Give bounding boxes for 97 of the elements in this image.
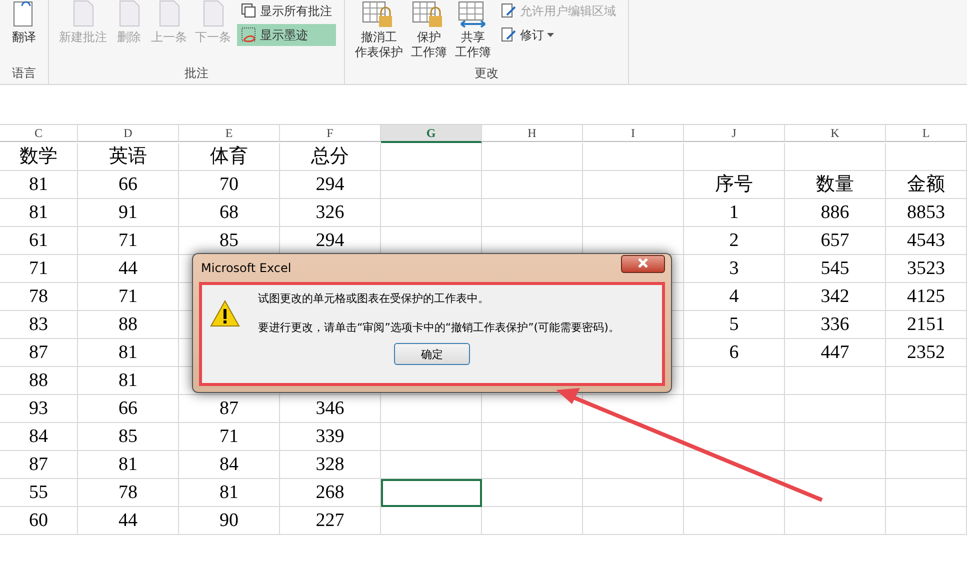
table-cell: 6 xyxy=(684,339,785,367)
ribbon-button[interactable]: 共享 工作簿 xyxy=(453,0,493,64)
ribbon-button[interactable]: 撤消工 作表保护 xyxy=(353,0,405,64)
table-cell: 83 xyxy=(0,311,78,339)
table-cell: 1 xyxy=(684,199,785,227)
table-cell: 81 xyxy=(0,171,78,199)
table-cell: 88 xyxy=(78,311,179,339)
close-icon xyxy=(638,258,648,268)
dialog-title: Microsoft Excel xyxy=(201,261,292,275)
table-cell: 85 xyxy=(78,423,179,451)
table-cell: 71 xyxy=(179,423,280,451)
table-cell: 2151 xyxy=(886,311,967,339)
column-header[interactable]: C xyxy=(0,125,78,142)
table-cell: 数学 xyxy=(0,143,78,171)
table-cell: 87 xyxy=(0,451,78,479)
table-cell: 66 xyxy=(78,395,179,423)
table-cell: 44 xyxy=(78,507,179,535)
table-cell: 545 xyxy=(785,255,886,283)
dialog-message: 试图更改的单元格或图表在受保护的工作表中。 xyxy=(258,291,490,306)
table-cell: 88 xyxy=(0,367,78,395)
table-cell: 序号 xyxy=(684,171,785,199)
table-cell: 342 xyxy=(785,283,886,311)
column-header[interactable]: D xyxy=(78,125,179,142)
table-cell: 55 xyxy=(0,479,78,507)
table-cell: 61 xyxy=(0,227,78,255)
ribbon-small-button[interactable]: 显示墨迹 xyxy=(237,24,336,46)
ink-icon xyxy=(241,27,257,43)
edit-page-icon xyxy=(501,3,517,19)
table-cell: 2352 xyxy=(886,339,967,367)
table-cell: 4543 xyxy=(886,227,967,255)
table-cell: 5 xyxy=(684,311,785,339)
table-cell: 2 xyxy=(684,227,785,255)
column-header[interactable]: G xyxy=(381,125,482,143)
table-cell: 81 xyxy=(179,479,280,507)
ribbon-small-button[interactable]: 显示所有批注 xyxy=(237,0,336,22)
table-cell: 84 xyxy=(179,451,280,479)
table-cell: 326 xyxy=(280,199,381,227)
table-cell: 3 xyxy=(684,255,785,283)
group-label: 语言 xyxy=(11,65,37,82)
table-cell: 87 xyxy=(179,395,280,423)
table-cell: 60 xyxy=(0,507,78,535)
table-cell: 总分 xyxy=(280,143,381,171)
table-cell: 81 xyxy=(0,199,78,227)
table-cell: 68 xyxy=(179,199,280,227)
caret-icon xyxy=(547,33,554,37)
table-cell: 金额 xyxy=(886,171,967,199)
close-button[interactable] xyxy=(621,255,665,273)
table-cell: 70 xyxy=(179,171,280,199)
column-header[interactable]: J xyxy=(684,125,785,142)
table-cell: 657 xyxy=(785,227,886,255)
table-cell: 数量 xyxy=(785,171,886,199)
table-cell: 81 xyxy=(78,451,179,479)
table-cell: 66 xyxy=(78,171,179,199)
table-cell: 44 xyxy=(78,255,179,283)
column-header[interactable]: I xyxy=(583,125,684,142)
table-cell: 71 xyxy=(78,283,179,311)
table-cell: 4125 xyxy=(886,283,967,311)
table-cell: 227 xyxy=(280,507,381,535)
group-label: 更改 xyxy=(474,65,500,82)
group-label: 批注 xyxy=(184,65,210,82)
warning-icon xyxy=(210,300,240,326)
table-cell: 4 xyxy=(684,283,785,311)
table-cell: 91 xyxy=(78,199,179,227)
table-cell: 71 xyxy=(0,255,78,283)
comments-icon xyxy=(241,3,257,19)
table-cell: 英语 xyxy=(78,143,179,171)
table-cell: 71 xyxy=(78,227,179,255)
table-cell: 336 xyxy=(785,311,886,339)
table-cell: 81 xyxy=(78,367,179,395)
ok-button[interactable]: 确定 xyxy=(394,343,470,365)
table-cell: 294 xyxy=(280,171,381,199)
table-cell: 93 xyxy=(0,395,78,423)
table-cell: 87 xyxy=(0,339,78,367)
table-cell: 886 xyxy=(785,199,886,227)
table-cell: 81 xyxy=(78,339,179,367)
column-header[interactable]: H xyxy=(482,125,583,142)
table-cell: 3523 xyxy=(886,255,967,283)
table-cell: 339 xyxy=(280,423,381,451)
ribbon-button[interactable]: 保护 工作簿 xyxy=(409,0,449,64)
table-cell: 90 xyxy=(179,507,280,535)
table-cell: 78 xyxy=(0,283,78,311)
edit-page-icon xyxy=(501,27,517,43)
ribbon-small-button[interactable]: 修订 xyxy=(497,24,620,46)
dialog-message: 要进行更改，请单击“审阅”选项卡中的“撤销工作表保护”(可能需要密码)。 xyxy=(258,320,620,335)
column-header[interactable]: L xyxy=(886,125,967,142)
table-cell: 346 xyxy=(280,395,381,423)
column-header[interactable]: E xyxy=(179,125,280,142)
table-cell: 8853 xyxy=(886,199,967,227)
table-cell: 268 xyxy=(280,479,381,507)
column-header[interactable]: F xyxy=(280,125,381,142)
table-cell: 447 xyxy=(785,339,886,367)
table-cell: 84 xyxy=(0,423,78,451)
column-header[interactable]: K xyxy=(785,125,886,142)
table-cell: 328 xyxy=(280,451,381,479)
ribbon-button[interactable]: 翻译 xyxy=(8,0,40,64)
table-cell: 体育 xyxy=(179,143,280,171)
table-cell: 78 xyxy=(78,479,179,507)
